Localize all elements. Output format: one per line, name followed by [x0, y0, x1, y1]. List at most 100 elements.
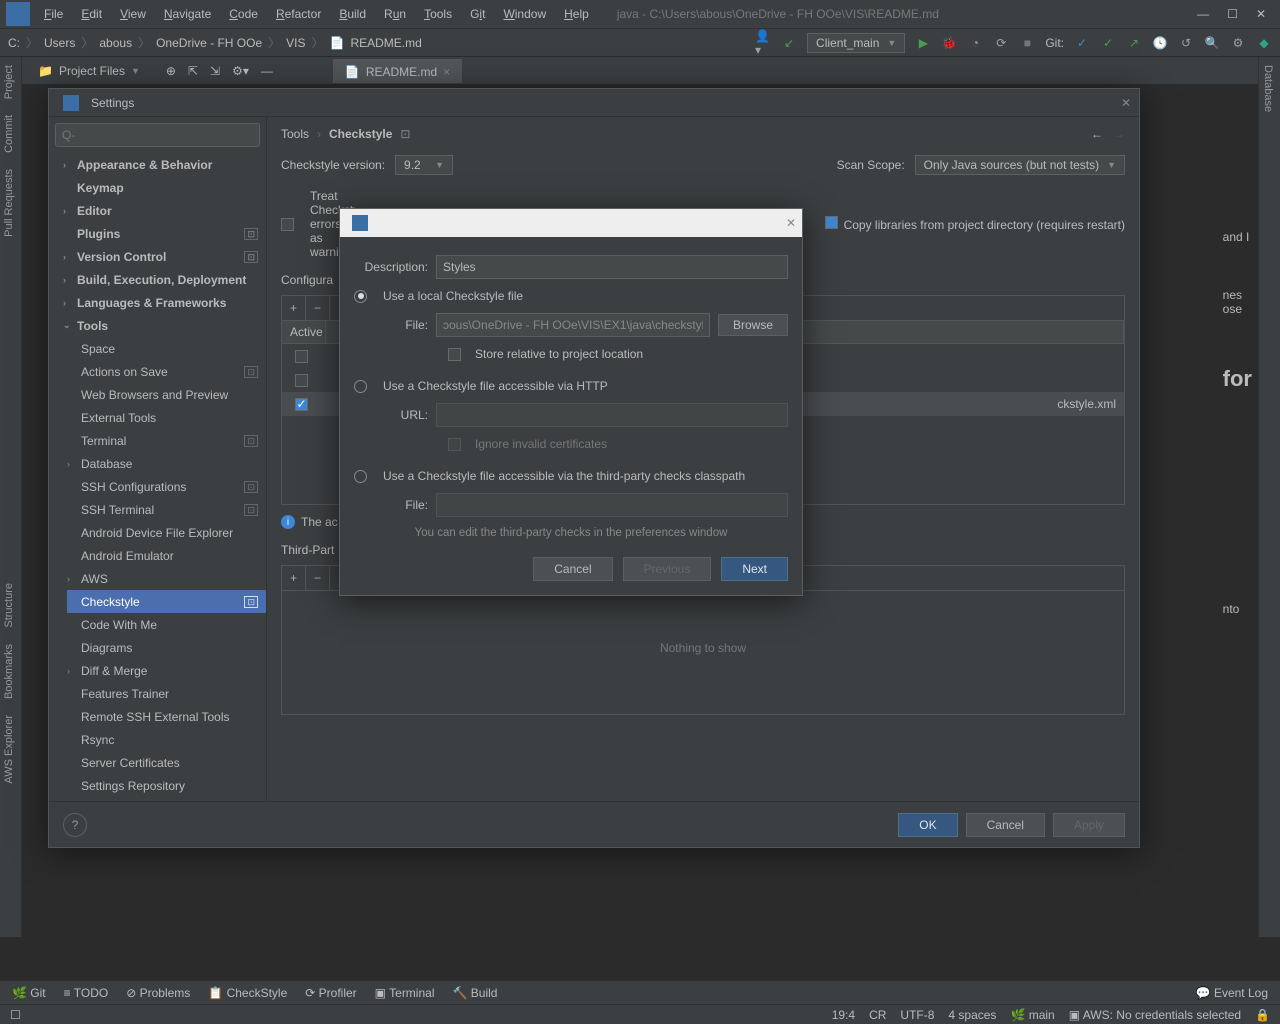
aws-status[interactable]: ▣ AWS: No credentials selected: [1069, 1008, 1241, 1022]
back-icon[interactable]: ←: [1091, 127, 1103, 141]
tree-checkstyle[interactable]: Checkstyle⊡: [67, 590, 266, 613]
codana-icon[interactable]: ◆: [1256, 35, 1272, 51]
commit-icon[interactable]: ✓: [1100, 35, 1116, 51]
tree-codewithme[interactable]: Code With Me: [67, 613, 266, 636]
tree-sshconf[interactable]: SSH Configurations⊡: [67, 475, 266, 498]
hide-icon[interactable]: —: [261, 64, 273, 78]
tree-aws[interactable]: ›AWS: [67, 567, 266, 590]
ok-button[interactable]: OK: [898, 813, 957, 837]
cancel-button[interactable]: Cancel: [966, 813, 1045, 837]
tree-android-file[interactable]: Android Device File Explorer: [67, 521, 266, 544]
status-icon[interactable]: ☐: [10, 1008, 21, 1022]
update-icon[interactable]: ✓: [1074, 35, 1090, 51]
menu-help[interactable]: Help: [556, 3, 597, 25]
rail-commit[interactable]: Commit: [0, 107, 18, 161]
rail-bookmarks[interactable]: Bookmarks: [0, 636, 18, 707]
eventlog-tool[interactable]: 💬 Event Log: [1196, 986, 1268, 1000]
radio-classpath[interactable]: [354, 470, 367, 483]
tree-terminal[interactable]: Terminal⊡: [67, 429, 266, 452]
help-button[interactable]: ?: [63, 813, 87, 837]
tree-database[interactable]: ›Database: [67, 452, 266, 475]
search-icon[interactable]: 🔍: [1204, 35, 1220, 51]
rail-database[interactable]: Database: [1259, 57, 1277, 120]
coverage-icon[interactable]: ◔: [967, 35, 983, 51]
menu-run[interactable]: Run: [376, 3, 414, 25]
gear-icon[interactable]: ⚙: [1230, 35, 1246, 51]
file-input[interactable]: [436, 313, 710, 337]
minimize-icon[interactable]: —: [1197, 7, 1209, 21]
scope-combo[interactable]: Only Java sources (but not tests)▼: [915, 155, 1125, 175]
menu-edit[interactable]: Edit: [73, 3, 110, 25]
menu-window[interactable]: Window: [495, 3, 554, 25]
stop-icon[interactable]: ■: [1019, 35, 1035, 51]
profiler-tool[interactable]: ⟳ Profiler: [305, 986, 356, 1000]
collapse-icon[interactable]: ⇲: [210, 64, 220, 78]
tree-diagrams[interactable]: Diagrams: [67, 636, 266, 659]
debug-icon[interactable]: 🐞: [941, 35, 957, 51]
close-tab-icon[interactable]: ×: [443, 65, 450, 79]
menu-items[interactable]: File Edit View Navigate Code Refactor Bu…: [36, 3, 597, 25]
editor-tab-readme[interactable]: 📄README.md×: [333, 59, 462, 83]
breadcrumb[interactable]: C:〉 Users〉 abous〉 OneDrive - FH OOe〉 VIS…: [8, 34, 422, 51]
terminal-tool[interactable]: ▣ Terminal: [375, 986, 435, 1000]
modal-cancel-button[interactable]: Cancel: [533, 557, 612, 581]
checkstyle-tool[interactable]: 📋 CheckStyle: [208, 986, 287, 1000]
build-icon[interactable]: ↙: [781, 35, 797, 51]
maximize-icon[interactable]: ☐: [1227, 7, 1238, 21]
branch[interactable]: 🌿 main: [1010, 1008, 1054, 1022]
treat-warnings-check[interactable]: [281, 218, 294, 231]
user-icon[interactable]: 👤▾: [755, 35, 771, 51]
menu-view[interactable]: View: [112, 3, 154, 25]
history-icon[interactable]: 🕓: [1152, 35, 1168, 51]
modal-close-icon[interactable]: ✕: [786, 216, 796, 230]
menu-tools[interactable]: Tools: [416, 3, 460, 25]
tree-space[interactable]: Space: [67, 337, 266, 360]
classpath-file-input[interactable]: [436, 493, 788, 517]
run-config-combo[interactable]: Client_main▼: [807, 33, 905, 53]
add-tp-btn[interactable]: +: [282, 566, 306, 590]
close-window-icon[interactable]: ✕: [1256, 7, 1266, 21]
lock-icon[interactable]: 🔒: [1255, 1008, 1270, 1022]
tree-features[interactable]: Features Trainer: [67, 682, 266, 705]
menu-git[interactable]: Git: [462, 3, 493, 25]
tree-external[interactable]: External Tools: [67, 406, 266, 429]
todo-tool[interactable]: ≡ TODO: [64, 986, 109, 1000]
remove-config-btn[interactable]: −: [306, 296, 330, 320]
profile-icon[interactable]: ⟳: [993, 35, 1009, 51]
problems-tool[interactable]: ⊘ Problems: [126, 986, 190, 1000]
tree-android-emu[interactable]: Android Emulator: [67, 544, 266, 567]
apply-button[interactable]: Apply: [1053, 813, 1125, 837]
tree-remote-ssh[interactable]: Remote SSH External Tools: [67, 705, 266, 728]
rail-project[interactable]: Project: [0, 57, 18, 107]
settings-close-icon[interactable]: ✕: [1121, 96, 1131, 110]
ignore-cert-check[interactable]: [448, 438, 461, 451]
version-combo[interactable]: 9.2▼: [395, 155, 453, 175]
settings-search[interactable]: Q-: [55, 123, 260, 147]
select-file-icon[interactable]: ⊕: [166, 64, 176, 78]
radio-local[interactable]: [354, 290, 367, 303]
rollback-icon[interactable]: ↺: [1178, 35, 1194, 51]
browse-button[interactable]: Browse: [718, 314, 788, 336]
settings-tree[interactable]: ›Appearance & Behavior Keymap ›Editor Pl…: [49, 153, 266, 801]
menu-navigate[interactable]: Navigate: [156, 3, 219, 25]
fwd-icon[interactable]: →: [1113, 127, 1125, 141]
push-icon[interactable]: ↗: [1126, 35, 1142, 51]
menu-build[interactable]: Build: [331, 3, 374, 25]
tree-servercert[interactable]: Server Certificates: [67, 751, 266, 774]
caret-pos[interactable]: 19:4: [832, 1008, 855, 1022]
add-config-btn[interactable]: +: [282, 296, 306, 320]
menu-refactor[interactable]: Refactor: [268, 3, 329, 25]
description-input[interactable]: [436, 255, 788, 279]
project-combo[interactable]: 📁Project Files▼: [30, 62, 148, 80]
remove-tp-btn[interactable]: −: [306, 566, 330, 590]
indent[interactable]: 4 spaces: [948, 1008, 996, 1022]
next-button[interactable]: Next: [721, 557, 788, 581]
build-tool[interactable]: 🔨 Build: [453, 986, 498, 1000]
line-sep[interactable]: CR: [869, 1008, 886, 1022]
expand-icon[interactable]: ⇱: [188, 64, 198, 78]
tree-browsers[interactable]: Web Browsers and Preview: [67, 383, 266, 406]
git-tool[interactable]: 🌿 Git: [12, 986, 46, 1000]
encoding[interactable]: UTF-8: [900, 1008, 934, 1022]
previous-button[interactable]: Previous: [623, 557, 712, 581]
tree-rsync[interactable]: Rsync: [67, 728, 266, 751]
